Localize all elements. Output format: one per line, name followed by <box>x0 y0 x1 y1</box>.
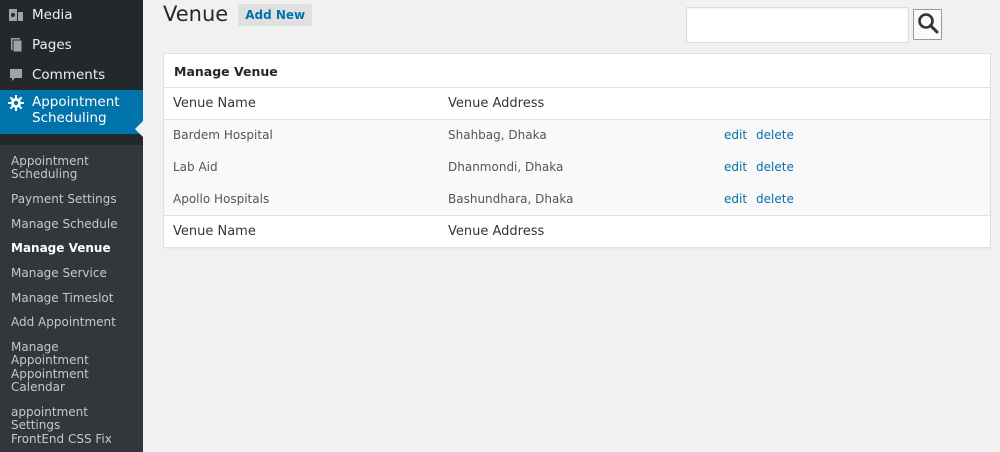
admin-sidebar: Media Pages Comments Appointment Schedul… <box>0 0 143 452</box>
venue-name-cell: Apollo Hospitals <box>173 191 270 206</box>
submenu-item-appointment-scheduling[interactable]: Appointment Scheduling <box>0 154 143 192</box>
submenu-item-appointment-calendar[interactable]: Appointment Calendar <box>0 367 143 405</box>
menu-item-media[interactable]: Media <box>0 0 143 30</box>
table-row: Apollo Hospitals Bashundhara, Dhaka edit… <box>164 183 990 215</box>
edit-link[interactable]: edit <box>724 192 747 206</box>
column-header-actions <box>715 88 990 120</box>
menu-item-label: Appointment Scheduling <box>32 94 120 126</box>
menu-label-line1: Appointment <box>32 94 120 110</box>
column-header-venue-name: Venue Name <box>164 88 439 120</box>
table-row: Bardem Hospital Shahbag, Dhaka edit delet… <box>164 119 990 151</box>
edit-link[interactable]: edit <box>724 128 747 142</box>
menu-item-comments[interactable]: Comments <box>0 60 143 90</box>
submenu-item-add-appointment[interactable]: Add Appointment <box>0 315 143 340</box>
current-menu-arrow <box>135 121 143 137</box>
venue-name-cell: Lab Aid <box>173 160 218 174</box>
search-icon <box>917 12 939 38</box>
row-actions: edit delete <box>715 119 990 151</box>
menu-item-label: Comments <box>32 67 106 83</box>
row-actions: edit delete <box>715 183 990 215</box>
search-input[interactable] <box>686 7 909 43</box>
submenu-item-manage-timeslot[interactable]: Manage Timeslot <box>0 291 143 316</box>
venue-address-cell: Shahbag, Dhaka <box>448 128 547 143</box>
submenu-item-manage-venue[interactable]: Manage Venue <box>0 241 143 266</box>
column-footer-venue-name: Venue Name <box>164 214 439 247</box>
delete-link[interactable]: delete <box>756 192 794 206</box>
add-new-button[interactable]: Add New <box>238 3 313 26</box>
venue-table: Venue Name Venue Address Bardem Hospital… <box>164 88 990 247</box>
submenu-item-manage-service[interactable]: Manage Service <box>0 266 143 291</box>
box-title: Manage Venue <box>164 54 990 88</box>
venue-address-cell: Dhanmondi, Dhaka <box>448 160 564 174</box>
venue-name-cell: Bardem Hospital <box>173 128 273 143</box>
submenu-item-manage-appointment[interactable]: Manage Appointment <box>0 340 143 367</box>
column-footer-venue-address: Venue Address <box>439 214 715 247</box>
search-button[interactable] <box>913 9 942 40</box>
pages-icon <box>8 37 24 53</box>
submenu-item-appointment-settings[interactable]: appointment Settings <box>0 405 143 432</box>
submenu-item-payment-settings[interactable]: Payment Settings <box>0 192 143 217</box>
table-footer-row: Venue Name Venue Address <box>164 214 990 247</box>
comments-icon <box>8 67 24 83</box>
column-header-venue-address: Venue Address <box>439 88 715 120</box>
submenu-item-manage-schedule[interactable]: Manage Schedule <box>0 217 143 242</box>
manage-venue-box: Manage Venue Venue Name Venue Address Ba… <box>163 53 991 248</box>
row-actions: edit delete <box>715 151 990 183</box>
menu-item-label: Pages <box>32 37 72 53</box>
page-title: Venue <box>163 2 229 26</box>
submenu: Appointment Scheduling Payment Settings … <box>0 145 143 452</box>
submenu-item-frontend-css-fix[interactable]: FrontEnd CSS Fix <box>0 432 143 452</box>
page-header: Venue Add New <box>163 2 313 26</box>
menu-label-line2: Scheduling <box>32 110 107 126</box>
menu-item-pages[interactable]: Pages <box>0 30 143 60</box>
delete-link[interactable]: delete <box>756 128 794 142</box>
menu-item-appointment-scheduling[interactable]: Appointment Scheduling <box>0 90 143 134</box>
menu-item-label: Media <box>32 7 73 23</box>
media-icon <box>8 7 24 23</box>
column-footer-actions <box>715 214 990 247</box>
table-row: Lab Aid Dhanmondi, Dhaka edit delete <box>164 151 990 183</box>
edit-link[interactable]: edit <box>724 160 747 174</box>
table-header-row: Venue Name Venue Address <box>164 88 990 120</box>
venue-address-cell: Bashundhara, Dhaka <box>448 191 574 206</box>
gear-icon <box>8 95 24 111</box>
delete-link[interactable]: delete <box>756 160 794 174</box>
